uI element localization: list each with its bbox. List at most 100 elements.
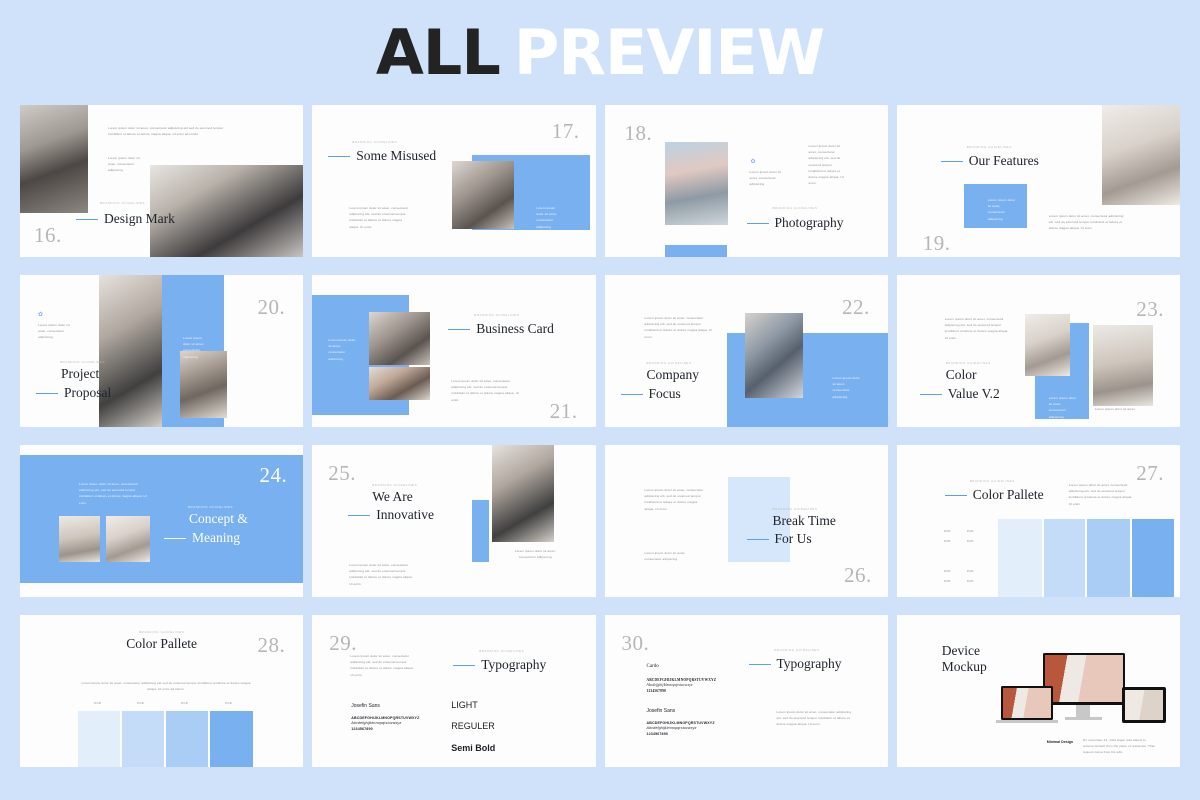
slide-18-photo <box>664 142 728 225</box>
slide-thumbnail-25[interactable]: 25. BRANDING GUIDELINES We Are Innovativ… <box>312 445 596 597</box>
rgb-label-1: RGB <box>943 529 951 533</box>
slide-30-josefin-numerals: 1234567890 <box>646 731 668 736</box>
slide-27-number: 27. <box>1136 461 1164 485</box>
slide-thumbnail-18[interactable]: 18. ✿ Lorem ipsum dolor sit amet, consec… <box>604 105 888 257</box>
slide-28-color-swatch-3[interactable] <box>166 711 208 767</box>
slide-19-number: 19. <box>922 231 951 255</box>
slide-27-body: Lorem ipsum dolor sit amet, consectetur … <box>1068 483 1133 506</box>
slide-thumbnail-28[interactable]: BRANDING GUIDELINES Color Pallete 28. Lo… <box>20 615 304 767</box>
slide-30-title: Typography <box>776 656 842 671</box>
slide-28-number: 28. <box>257 633 286 657</box>
slide-thumbnail-24[interactable]: 24. Lorem ipsum dolor sit amet, consecte… <box>20 445 304 597</box>
monitor-stand <box>1075 705 1090 717</box>
slide-16-eyebrow: BRANDING GUIDELINES <box>100 201 145 205</box>
slide-26-eyebrow: BRANDING GUIDELINES <box>772 507 818 511</box>
slide-29-weight-regular: REGULER <box>451 721 495 731</box>
slide-17-body: Lorem ipsum dolor sit amet, consectetur … <box>349 206 409 229</box>
slide-23-number: 23. <box>1136 297 1164 321</box>
slide-30-number: 30. <box>621 631 650 655</box>
slide-25-body: Lorem ipsum dolor sit amet, consectetur … <box>349 563 413 586</box>
slide-18-title: Photography <box>774 215 844 230</box>
slide-29-body: Lorem ipsum dolor sit amet, consectetur … <box>350 654 414 677</box>
rgb-label-7: RGB <box>943 579 951 583</box>
slide-thumbnail-20[interactable]: ✿ Lorem ipsum dolor sit amet, consectetu… <box>20 275 304 427</box>
color-swatch-3[interactable] <box>1086 519 1130 597</box>
rgb-label-6: RGB <box>966 569 974 573</box>
slide-thumbnail-16[interactable]: Lorem ipsum dolor sit amet, consectetur … <box>20 105 304 257</box>
slide-thumbnail-21[interactable]: Lorem ipsum dolor sit amet, consectetur … <box>312 275 596 427</box>
slide-thumbnail-27[interactable]: 27. BRANDING GUIDELINES Color Pallete Lo… <box>896 445 1180 597</box>
slide-22-title-line1: Company <box>646 367 700 382</box>
slide-28-color-swatch-4[interactable] <box>210 711 253 767</box>
slide-16-number: 16. <box>34 223 62 247</box>
slide-25-title-line2: Innovative <box>376 507 434 522</box>
slide-28-color-swatch-2[interactable] <box>122 711 164 767</box>
slide-thumbnail-17[interactable]: 17. BRANDING GUIDELINES Some Misused Lor… <box>312 105 596 257</box>
slide-17-photo <box>452 161 515 229</box>
slide-29-glyphs-numerals: 1234567890 <box>351 726 373 731</box>
slide-26-body-1: Lorem ipsum dolor sit amet, consectetur … <box>644 488 704 511</box>
slide-29-number: 29. <box>329 631 357 655</box>
slide-21-body: Lorem ipsum dolor sit amet, consectetur … <box>451 379 520 402</box>
slide-thumbnail-device-mockup[interactable]: Device Mockup Minimal Design On november… <box>896 615 1180 767</box>
slide-22-number: 22. <box>842 295 870 319</box>
desktop-monitor-icon <box>1042 653 1125 705</box>
rgb-label-3: RGB <box>943 539 951 543</box>
slide-16-photo-left <box>20 105 88 213</box>
slide-27-eyebrow: BRANDING GUIDELINES <box>969 479 1015 483</box>
slide-25-title-line1: We Are <box>372 489 413 504</box>
slide-20-rule <box>36 392 58 395</box>
slide-thumbnail-26[interactable]: Lorem ipsum dolor sit amet, consectetur … <box>604 445 888 597</box>
slide-18-eyebrow: BRANDING GUIDELINES <box>772 206 818 210</box>
slide-26-rule <box>746 538 769 541</box>
slide-thumbnail-30[interactable]: 30. BRANDING GUIDELINES Typography Cardo… <box>604 615 888 767</box>
slide-30-font-name-cardo: Cardo <box>646 664 659 669</box>
slide-20-body: Lorem ipsum dolor sit amet, consectetur … <box>38 323 70 340</box>
title-word-all: ALL <box>375 15 501 89</box>
slide-24-rule <box>164 537 186 540</box>
slide-28-body: Lorem ipsum dolor sit amet, consectetur … <box>81 681 251 692</box>
slide-30-eyebrow: BRANDING GUIDELINES <box>774 648 820 652</box>
color-swatch-2[interactable] <box>1043 519 1085 597</box>
slide-thumbnail-23[interactable]: Lorem ipsum dolor sit amet, consectetur … <box>896 275 1180 427</box>
slide-26-body-2: Lorem ipsum dolor sit amet, consectetur … <box>644 551 686 562</box>
slide-23-rule <box>919 393 942 396</box>
slide-thumbnail-22[interactable]: Lorem ipsum dolor sit amet, consectetur … <box>604 275 888 427</box>
page-header: ALL PREVIEW <box>0 0 1200 105</box>
slide-thumbnail-29[interactable]: 29. Lorem ipsum dolor sit amet, consecte… <box>312 615 596 767</box>
slide-20-photo-main <box>99 275 162 427</box>
slide-24-title-line1: Concept & <box>189 511 248 526</box>
slide-17-eyebrow: BRANDING GUIDELINES <box>352 140 398 144</box>
slide-18-body-1: Lorem ipsum dolor sit amet, consectetur … <box>749 170 782 187</box>
slide-24-top-band <box>20 445 304 455</box>
slide-thumbnail-19[interactable]: BRANDING GUIDELINES Our Features Lorem i… <box>896 105 1180 257</box>
slide-26-number: 26. <box>844 563 872 587</box>
slide-17-number: 17. <box>551 119 580 143</box>
slide-19-photo <box>1102 105 1180 205</box>
slide-22-title-line2: Focus <box>648 386 681 401</box>
slide-22-eyebrow: BRANDING GUIDELINES <box>646 361 692 365</box>
slide-18-number: 18. <box>624 121 653 145</box>
color-swatch-1[interactable] <box>997 519 1042 597</box>
slide-30-body: Lorem ipsum dolor sit amet, consectetur … <box>776 710 852 727</box>
slide-17-body-light: Lorem ipsum dolor sit amet, consectetur … <box>536 206 558 229</box>
slide-19-rule <box>940 160 963 163</box>
slide-28-color-swatch-1[interactable] <box>78 711 120 767</box>
slide-19-body-light: Lorem ipsum dolor sit amet, consectetur … <box>987 198 1016 221</box>
slide-20-body-light: Lorem ipsum dolor sit amet, consectetur … <box>183 336 204 359</box>
slide-29-font-name: Josefin Sans <box>351 703 380 709</box>
slide-25-eyebrow: BRANDING GUIDELINES <box>372 483 418 487</box>
slide-30-cardo-numerals: 1234567890 <box>646 688 666 693</box>
slide-28-rgb-label-2: RGB <box>137 701 144 705</box>
slide-21-photo-top <box>369 312 431 365</box>
slide-19-title: Our Features <box>968 153 1039 168</box>
slide-17-rule <box>328 155 351 158</box>
slide-26-title-line2: For Us <box>774 531 812 546</box>
slide-16-body-2: Lorem ipsum dolor sit amet, consectetur … <box>108 156 140 173</box>
slide-24-body: Lorem ipsum dolor sit amet, consectetur … <box>79 482 147 505</box>
slide-30-font-name-josefin: Josefin Sans <box>646 708 676 714</box>
rgb-label-4: RGB <box>966 539 974 543</box>
color-swatch-4[interactable] <box>1131 519 1174 597</box>
slide-24-number: 24. <box>259 463 288 487</box>
slide-20-title-line1: Project <box>61 366 100 381</box>
